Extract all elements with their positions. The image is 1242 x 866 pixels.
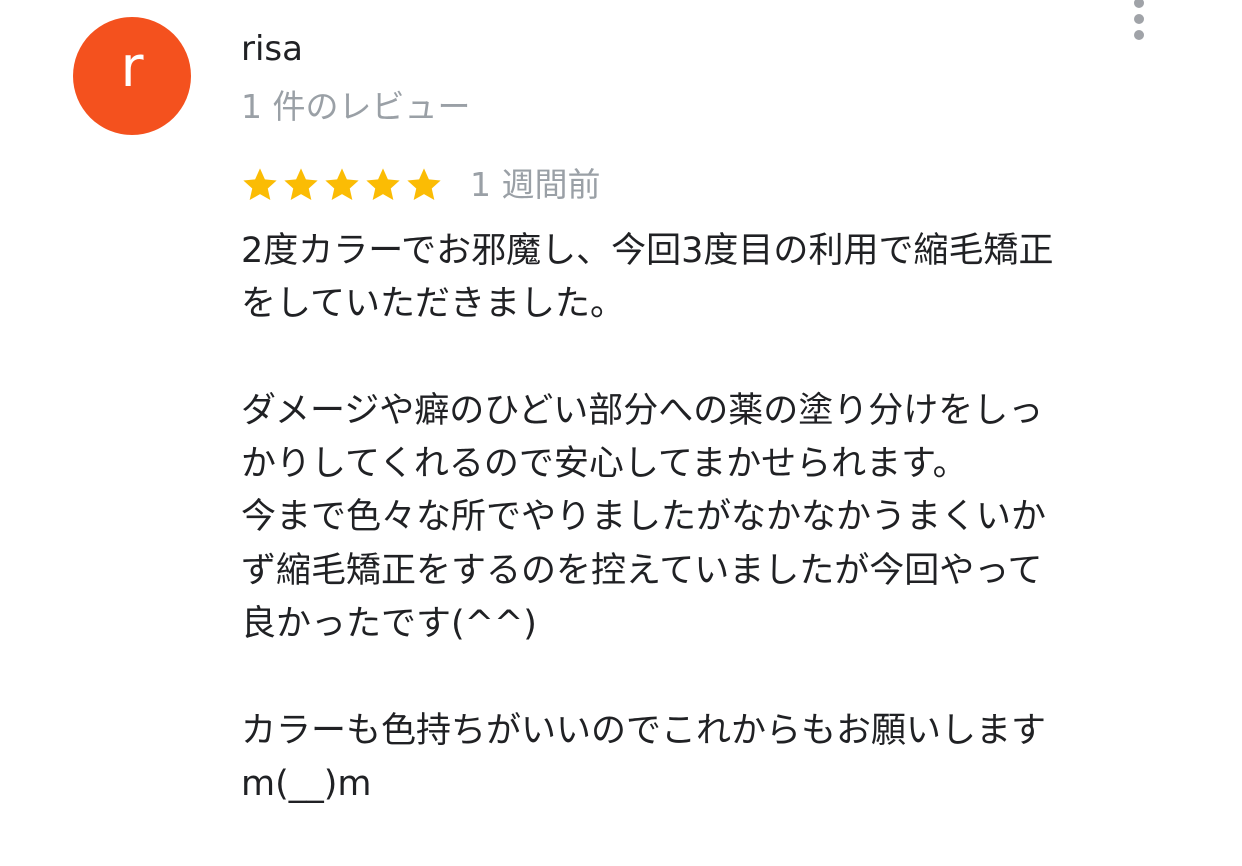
star-rating [241, 166, 446, 204]
more-vert-icon [1134, 0, 1144, 8]
author-name[interactable]: risa [241, 28, 303, 70]
star-icon [366, 168, 400, 201]
review-count: 1 件のレビュー [241, 87, 471, 126]
review-card: r risa 1 件のレビュー 1 週間前 2度カラーでお邪魔し、今回3度目の利… [0, 0, 1242, 866]
more-vert-icon [1134, 30, 1144, 40]
star-icon [407, 168, 441, 201]
review-date: 1 週間前 [470, 165, 601, 204]
star-icon [284, 168, 318, 201]
rating-row: 1 週間前 [241, 162, 601, 208]
review-text: 2度カラーでお邪魔し、今回3度目の利用で縮毛矯正 をしていただきました。 ダメー… [241, 231, 1054, 804]
more-vert-icon [1134, 14, 1144, 24]
star-icon [325, 168, 359, 201]
avatar-letter: r [120, 35, 144, 100]
avatar[interactable]: r [73, 17, 191, 135]
more-options-button[interactable] [1120, 0, 1160, 44]
star-icon [243, 168, 277, 201]
